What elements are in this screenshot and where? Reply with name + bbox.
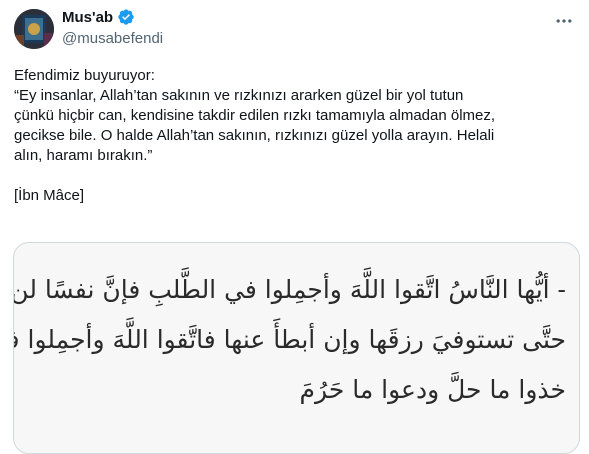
avatar-image: [14, 9, 54, 49]
tweet-line: gecikse bile. O halde Allah’tan sakının,…: [14, 127, 495, 144]
tweet-media-image[interactable]: - أيُّها النَّاسُ اتَّقوا اللَّهَ وأجمِل…: [13, 242, 580, 454]
arabic-hadith-text: - أيُّها النَّاسُ اتَّقوا اللَّهَ وأجمِل…: [14, 265, 566, 415]
more-options-icon[interactable]: [553, 10, 575, 32]
tweet-text: Efendimiz buyuruyor: “Ey insanlar, Allah…: [14, 66, 579, 206]
arabic-line: خذوا ما حلَّ ودعوا ما حَرُمَ: [299, 375, 566, 404]
arabic-line: - أيُّها النَّاسُ اتَّقوا اللَّهَ وأجمِل…: [14, 275, 566, 304]
author-display-name[interactable]: Mus'ab: [62, 9, 113, 26]
avatar[interactable]: [14, 9, 54, 49]
tweet-line: “Ey insanlar, Allah’tan sakının ve rızkı…: [14, 87, 464, 104]
tweet-line: çünkü hiçbir can, kendisine takdir edile…: [14, 107, 496, 124]
author-name-row: Mus'ab: [62, 8, 135, 26]
tweet-line: Efendimiz buyuruyor:: [14, 67, 155, 84]
arabic-line: حتَّى تستوفيَ رزقَها وإن أبطأَ عنها فاتَ…: [14, 325, 566, 354]
verified-badge-icon: [117, 8, 135, 26]
tweet-line: alın, haramı bırakın.”: [14, 147, 153, 164]
tweet-source: [İbn Mâce]: [14, 187, 85, 204]
author-handle[interactable]: @musabefendi: [62, 30, 163, 47]
